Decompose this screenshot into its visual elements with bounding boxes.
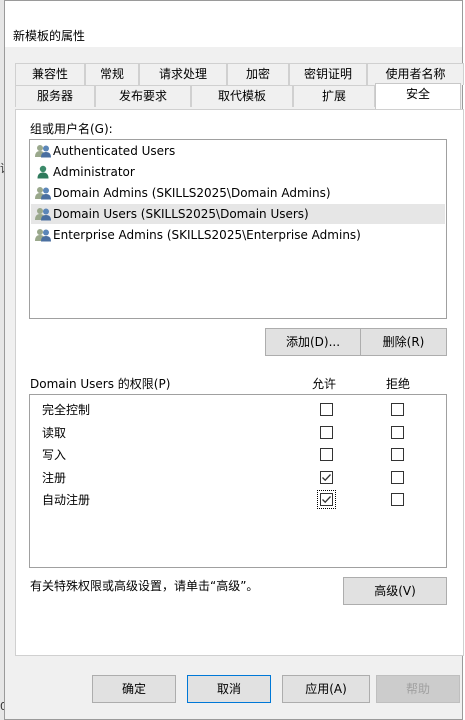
group-icon [35, 207, 51, 221]
allow-checkbox[interactable] [320, 448, 333, 461]
group-or-user-names-label: 组或用户名(G): [30, 122, 113, 136]
user-list-item[interactable]: Administrator [31, 162, 445, 182]
help-button[interactable]: 帮助 [376, 675, 460, 703]
deny-checkbox[interactable] [391, 448, 404, 461]
permission-name: 写入 [42, 448, 67, 462]
permission-row: 自动注册 [30, 489, 446, 511]
deny-checkbox[interactable] [391, 493, 404, 506]
allow-checkbox[interactable] [320, 403, 333, 416]
deny-checkbox[interactable] [391, 470, 404, 484]
user-list-item[interactable]: Authenticated Users [31, 141, 445, 161]
tab-server[interactable]: 服务器 [15, 85, 95, 107]
tab-key-attestation[interactable]: 密钥证明 [289, 63, 367, 85]
ok-button[interactable]: 确定 [92, 675, 176, 703]
tab-strip: 兼容性 常规 请求处理 加密 密钥证明 使用者名称 服务器 发布要求 取代模板 … [15, 63, 464, 109]
add-button[interactable]: 添加(D)... [265, 328, 361, 356]
remove-button[interactable]: 删除(R) [360, 328, 447, 356]
group-icon [35, 228, 51, 242]
permission-row: 注册 [30, 467, 446, 489]
user-list-item[interactable]: Enterprise Admins (SKILLS2025\Enterprise… [31, 225, 445, 245]
user-list-item[interactable]: Domain Users (SKILLS2025\Domain Users) [31, 204, 445, 224]
permission-name: 读取 [42, 425, 67, 440]
tab-security[interactable]: 安全 [375, 83, 461, 109]
tab-extensions[interactable]: 扩展 [293, 85, 375, 107]
tab-general[interactable]: 常规 [85, 63, 139, 85]
user-list-item[interactable]: Domain Admins (SKILLS2025\Domain Admins) [31, 183, 445, 203]
permission-name: 自动注册 [42, 493, 91, 507]
permission-name: 完全控制 [42, 403, 91, 417]
user-list-item-label: Domain Admins (SKILLS2025\Domain Admins) [53, 186, 331, 200]
user-icon [35, 165, 51, 179]
advanced-hint-text: 有关特殊权限或高级设置，请单击“高级”。 [30, 579, 259, 593]
user-list-item-label: Domain Users (SKILLS2025\Domain Users) [53, 207, 309, 221]
permissions-list: 完全控制读取写入注册自动注册 [29, 394, 447, 568]
allow-checkbox[interactable] [317, 490, 336, 509]
user-list-item-label: Authenticated Users [53, 144, 176, 158]
group-icon [35, 144, 51, 158]
allow-column-header: 允许 [312, 377, 337, 391]
dialog-title: 新模板的属性 [13, 29, 86, 43]
tab-compatibility[interactable]: 兼容性 [15, 63, 85, 85]
permissions-title: Domain Users 的权限(P) [30, 377, 171, 391]
apply-button[interactable]: 应用(A) [282, 675, 370, 703]
group-icon [35, 186, 51, 200]
tab-subject-name[interactable]: 使用者名称 [367, 63, 464, 85]
permission-row: 完全控制 [30, 399, 446, 421]
users-listbox[interactable]: Authenticated Users Administrator Domain A… [29, 139, 447, 319]
permission-name: 注册 [42, 470, 67, 485]
cancel-button[interactable]: 取消 [187, 675, 271, 703]
security-panel: 组或用户名(G): Authenticated Users Administrat… [15, 109, 464, 656]
permission-row: 读取 [30, 422, 446, 444]
allow-checkbox[interactable] [320, 470, 333, 484]
allow-checkbox[interactable] [320, 425, 333, 439]
user-list-item-label: Enterprise Admins (SKILLS2025\Enterprise… [53, 228, 361, 242]
tab-issuance-requirements[interactable]: 发布要求 [95, 85, 191, 107]
deny-column-header: 拒绝 [386, 377, 411, 391]
deny-checkbox[interactable] [391, 425, 404, 439]
deny-checkbox[interactable] [391, 403, 404, 416]
permission-row: 写入 [30, 444, 446, 466]
tab-superseded-templates[interactable]: 取代模板 [191, 85, 293, 107]
tab-request-handling[interactable]: 请求处理 [139, 63, 227, 85]
properties-dialog: 新模板的属性 兼容性 常规 请求处理 加密 密钥证明 使用者名称 服务器 发布要… [4, 0, 464, 720]
title-bar[interactable]: 新模板的属性 [5, 1, 462, 47]
user-list-item-label: Administrator [53, 165, 135, 179]
tab-cryptography[interactable]: 加密 [227, 63, 289, 85]
advanced-button[interactable]: 高级(V) [343, 577, 447, 605]
